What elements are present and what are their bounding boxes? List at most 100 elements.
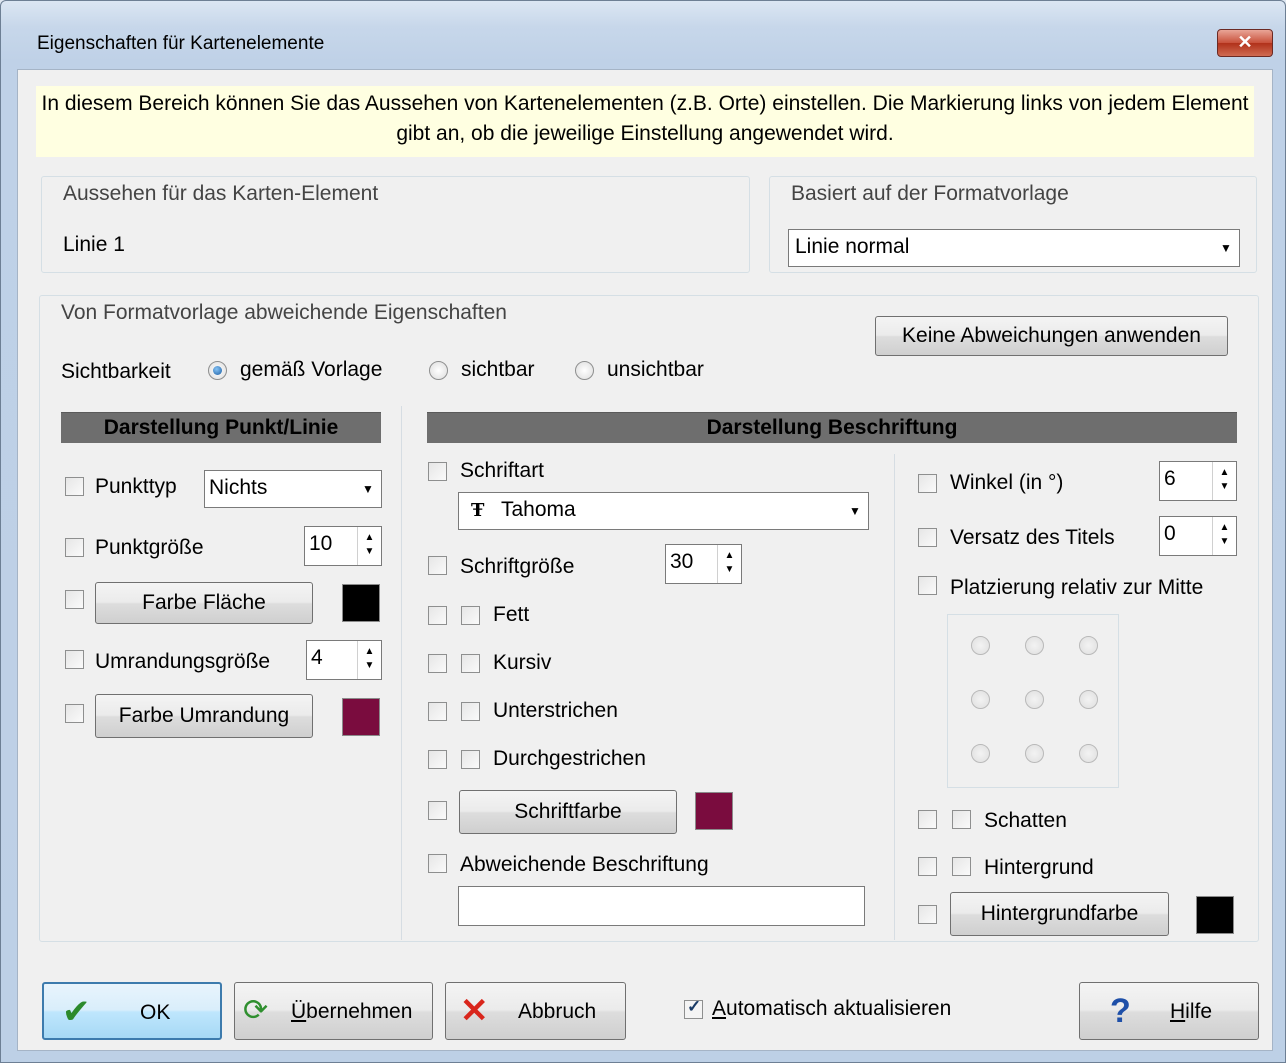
bg-color-button[interactable]: Hintergrundfarbe (950, 892, 1169, 936)
visibility-radio-template[interactable] (208, 361, 227, 380)
border-size-checkbox[interactable] (65, 650, 84, 669)
font-color-button[interactable]: Schriftfarbe (459, 790, 677, 834)
title-offset-checkbox[interactable] (918, 528, 937, 547)
visibility-radio-visible[interactable] (429, 361, 448, 380)
placement-radio-top-left[interactable] (971, 636, 990, 655)
auto-update-checkbox[interactable] (684, 997, 703, 1019)
font-checkbox[interactable] (428, 462, 447, 481)
underline-label: Unterstrichen (493, 699, 618, 722)
point-type-checkbox[interactable] (65, 477, 84, 496)
angle-spinner[interactable]: 6 ▲ ▼ (1159, 461, 1237, 501)
refresh-arrows-icon: ⟳ (243, 994, 269, 1027)
visibility-radio-invisible[interactable] (575, 361, 594, 380)
template-group-title: Basiert auf der Formatvorlage (791, 182, 1069, 205)
placement-radio-middle-right[interactable] (1079, 690, 1098, 709)
chevron-down-icon[interactable]: ▼ (355, 471, 381, 507)
custom-label-checkbox[interactable] (428, 854, 447, 873)
underline-checkbox[interactable] (461, 702, 480, 721)
help-button-mnemonic: H (1170, 1000, 1186, 1023)
strikethrough-apply-checkbox[interactable] (428, 750, 447, 769)
font-color-swatch[interactable] (695, 792, 733, 830)
fill-color-checkbox[interactable] (65, 590, 84, 609)
point-size-spinner[interactable]: 10 ▲ ▼ (304, 526, 382, 566)
point-type-value: Nichts (209, 476, 268, 499)
fill-color-swatch[interactable] (342, 584, 380, 622)
italic-label: Kursiv (493, 651, 552, 674)
italic-checkbox[interactable] (461, 654, 480, 673)
help-question-icon: ? (1110, 992, 1131, 1030)
help-button[interactable]: ? Hilfe (1079, 982, 1259, 1040)
placement-radio-middle-left[interactable] (971, 690, 990, 709)
chevron-down-icon[interactable]: ▼ (1213, 230, 1239, 266)
separator-left (401, 406, 402, 940)
custom-label-input[interactable] (458, 886, 865, 926)
background-apply-checkbox[interactable] (918, 857, 937, 876)
no-deviations-button[interactable]: Keine Abweichungen anwenden (875, 316, 1228, 356)
placement-radio-bottom-center[interactable] (1025, 744, 1044, 763)
background-checkbox[interactable] (952, 857, 971, 876)
underline-apply-checkbox[interactable] (428, 702, 447, 721)
placement-label: Platzierung relativ zur Mitte (950, 576, 1204, 599)
placement-radio-bottom-left[interactable] (971, 744, 990, 763)
strikethrough-checkbox[interactable] (461, 750, 480, 769)
shadow-apply-checkbox[interactable] (918, 810, 937, 829)
spinner-arrows-icon[interactable]: ▲ ▼ (357, 641, 381, 679)
dialog-client-area: In diesem Bereich können Sie das Aussehe… (17, 69, 1273, 1051)
template-select[interactable]: Linie normal ▼ (788, 229, 1240, 267)
spinner-arrows-icon[interactable]: ▲ ▼ (1212, 462, 1236, 500)
point-type-select[interactable]: Nichts ▼ (204, 470, 382, 508)
close-button[interactable]: ✕ (1217, 29, 1273, 57)
font-size-checkbox[interactable] (428, 556, 447, 575)
font-color-checkbox[interactable] (428, 801, 447, 820)
fill-color-button[interactable]: Farbe Fläche (95, 582, 313, 624)
shadow-label: Schatten (984, 809, 1067, 832)
apply-button-label-rest: bernehmen (306, 1000, 413, 1023)
italic-apply-checkbox[interactable] (428, 654, 447, 673)
border-size-spinner[interactable]: 4 ▲ ▼ (306, 640, 382, 680)
visibility-option-template[interactable]: gemäß Vorlage (240, 358, 382, 382)
auto-update-label[interactable]: Automatisch aktualisieren (712, 997, 951, 1021)
placement-checkbox[interactable] (918, 576, 937, 595)
separator-right (894, 454, 895, 940)
placement-radio-bottom-right[interactable] (1079, 744, 1098, 763)
bold-apply-checkbox[interactable] (428, 606, 447, 625)
bold-checkbox[interactable] (461, 606, 480, 625)
spinner-arrows-icon[interactable]: ▲ ▼ (1212, 517, 1236, 555)
visibility-option-visible[interactable]: sichtbar (461, 358, 535, 382)
cancel-button[interactable]: ✕ Abbruch (445, 982, 626, 1040)
shadow-checkbox[interactable] (952, 810, 971, 829)
placement-radio-top-right[interactable] (1079, 636, 1098, 655)
spinner-arrows-icon[interactable]: ▲ ▼ (717, 545, 741, 583)
placement-radio-center[interactable] (1025, 690, 1044, 709)
border-color-checkbox[interactable] (65, 704, 84, 723)
cancel-x-icon: ✕ (460, 992, 489, 1030)
border-color-button[interactable]: Farbe Umrandung (95, 694, 313, 738)
angle-checkbox[interactable] (918, 474, 937, 493)
auto-update-label-rest: utomatisch aktualisieren (726, 997, 952, 1020)
bg-color-swatch[interactable] (1196, 896, 1234, 934)
font-type-icon: Ŧ (471, 500, 485, 521)
border-size-label: Umrandungsgröße (95, 650, 271, 673)
auto-update-mnemonic: A (712, 997, 727, 1020)
visibility-option-invisible[interactable]: unsichtbar (607, 358, 704, 382)
placement-radio-top-center[interactable] (1025, 636, 1044, 655)
info-banner: In diesem Bereich können Sie das Aussehe… (36, 86, 1254, 157)
help-button-label: Hilfe (1170, 1000, 1212, 1024)
font-size-value: 30 (670, 550, 694, 573)
font-select[interactable]: Ŧ Tahoma ▼ (458, 492, 869, 530)
point-size-checkbox[interactable] (65, 538, 84, 557)
background-label: Hintergrund (984, 856, 1094, 879)
title-offset-spinner[interactable]: 0 ▲ ▼ (1159, 516, 1237, 556)
angle-label: Winkel (in °) (950, 471, 1064, 494)
ok-button[interactable]: ✔ OK (42, 982, 222, 1040)
element-name: Linie 1 (63, 233, 125, 256)
border-color-swatch[interactable] (342, 698, 380, 736)
point-size-label: Punktgröße (95, 536, 204, 559)
bold-label: Fett (493, 603, 530, 626)
chevron-down-icon[interactable]: ▼ (842, 493, 868, 529)
bg-color-checkbox[interactable] (918, 905, 937, 924)
spinner-arrows-icon[interactable]: ▲ ▼ (357, 527, 381, 565)
template-select-value: Linie normal (795, 235, 910, 258)
apply-button[interactable]: ⟳ Übernehmen (234, 982, 433, 1040)
font-size-spinner[interactable]: 30 ▲ ▼ (665, 544, 742, 584)
